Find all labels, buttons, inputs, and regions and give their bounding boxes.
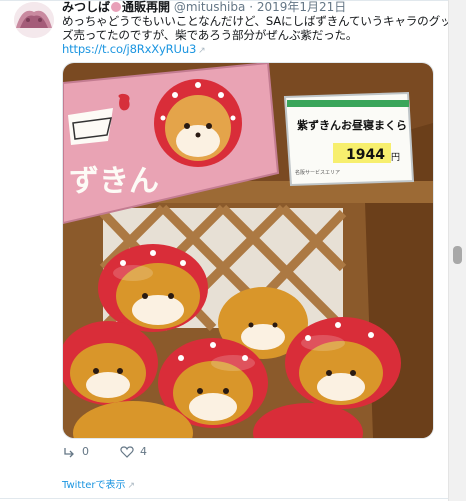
tweet-date[interactable]: 2019年1月21日 [257, 0, 346, 14]
external-link-icon: ↗ [198, 46, 206, 56]
view-on-twitter-label: Twitterで表示 [62, 480, 126, 491]
tweet-text-line: めっちゃどうでもいいことなんだけど、SAにしばずきんていうキャラのグッ [62, 14, 452, 28]
separator-dot: · [249, 0, 254, 14]
sign-price: 1944 [346, 147, 385, 163]
scrollbar-thumb[interactable] [453, 246, 462, 264]
tweet-text: めっちゃどうでもいいことなんだけど、SAにしばずきんていうキャラのグッ ズ売って… [62, 14, 452, 58]
price-sign: 紫ずきんお昼寝まくら 1944 円 名阪サービスエリア [283, 91, 415, 187]
sign-product-name: 紫ずきんお昼寝まくら [297, 118, 407, 132]
external-link-icon: ↗ [127, 481, 136, 491]
tweet-header: みつしば 通販再開 @mitushiba · 2019年1月21日 [62, 0, 346, 15]
display-name[interactable]: みつしば [62, 0, 110, 14]
view-on-twitter-link[interactable]: Twitterで表示 ↗ [62, 476, 135, 491]
tweet-link[interactable]: https://t.co/j8RxXyRUu3 [62, 42, 196, 56]
reply-icon [64, 447, 74, 457]
reply-count: 0 [82, 445, 89, 458]
pink-badge-icon [111, 2, 122, 12]
tweet-text-line: ズ売ってたのですが、柴であろう部分がぜんぶ紫だった。 [62, 28, 358, 42]
scrollbar[interactable] [448, 0, 466, 501]
heart-icon [120, 445, 134, 458]
embedded-tweet: みつしば 通販再開 @mitushiba · 2019年1月21日 めっちゃどうで… [0, 0, 452, 501]
like-count: 4 [140, 445, 147, 458]
user-handle[interactable]: @mitushiba [174, 0, 246, 14]
display-name-suffix[interactable]: 通販再開 [122, 0, 170, 14]
poster-text: ずきん [69, 164, 159, 199]
sign-yen: 円 [391, 152, 400, 163]
sign-fine-print: 名阪サービスエリア [295, 169, 340, 176]
tweet-photo[interactable]: ずきん 紫ずきんお昼寝まくら 1944 円 名阪サービスエリア [62, 62, 434, 439]
avatar[interactable] [14, 2, 54, 38]
reply-action[interactable]: 0 [62, 445, 89, 458]
bottom-divider [0, 498, 448, 499]
like-action[interactable]: 4 [120, 445, 147, 458]
